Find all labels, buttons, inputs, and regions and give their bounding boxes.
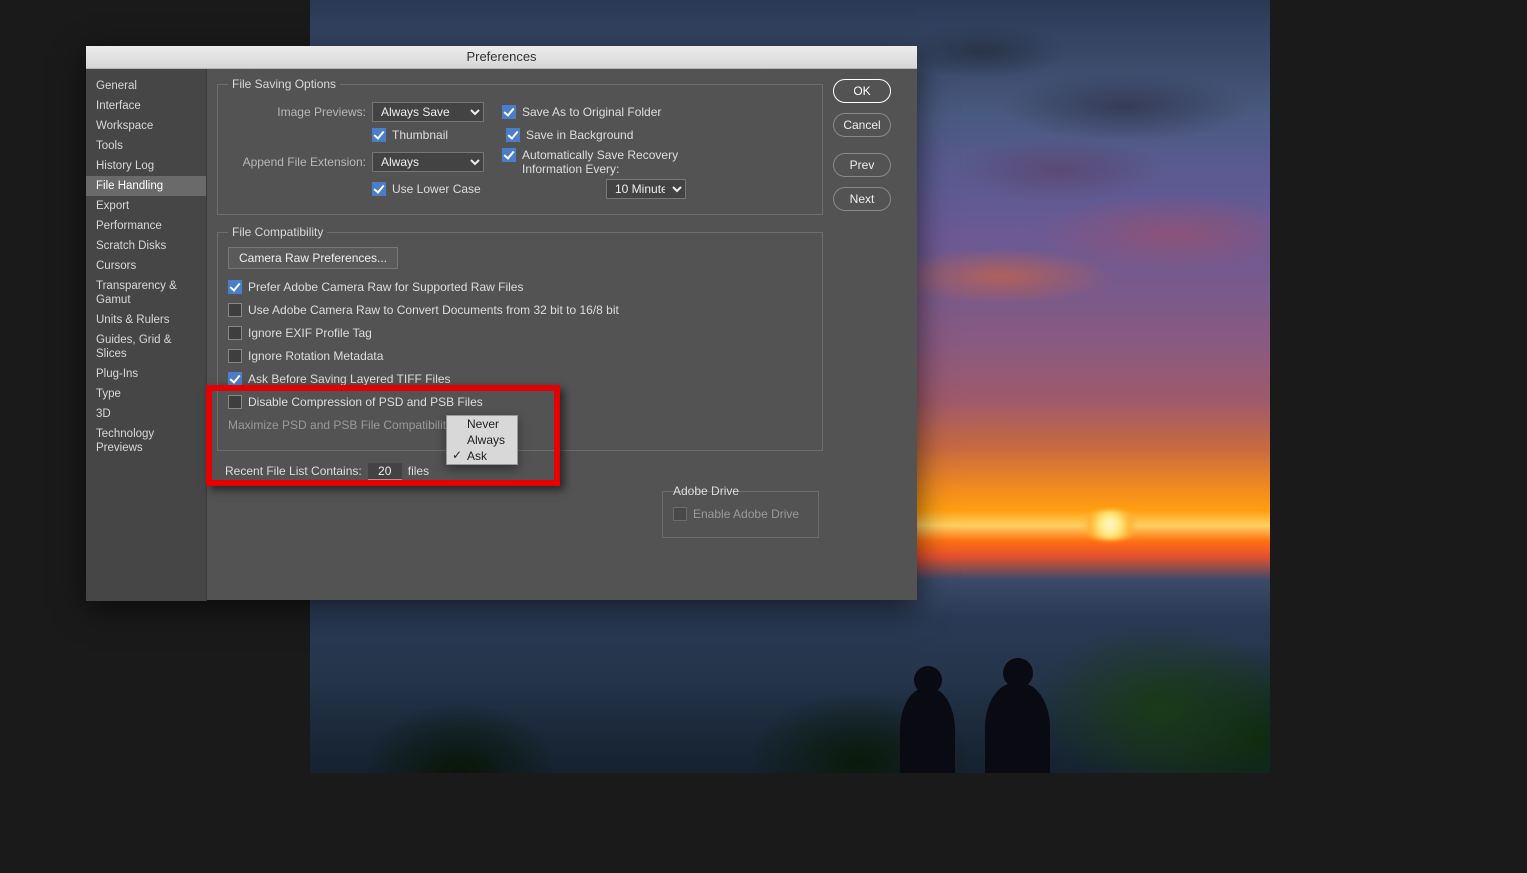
adobe-drive-group: Adobe Drive Enable Adobe Drive [662, 491, 819, 538]
dialog-title: Preferences [86, 46, 917, 69]
sidebar-item-export[interactable]: Export [86, 196, 206, 216]
recovery-interval-select[interactable]: 10 Minutes [606, 179, 686, 199]
auto-save-recovery-label: Automatically Save Recovery Information … [522, 148, 692, 176]
thumbnail-checkbox[interactable] [372, 128, 386, 142]
sidebar-item-general[interactable]: General [86, 76, 206, 96]
file-compatibility-legend: File Compatibility [228, 225, 327, 239]
auto-save-recovery-checkbox[interactable] [502, 148, 516, 162]
preferences-dialog: Preferences General Interface Workspace … [86, 46, 917, 600]
maximize-option-never[interactable]: Never [447, 416, 517, 432]
sidebar-item-performance[interactable]: Performance [86, 216, 206, 236]
sidebar-item-cursors[interactable]: Cursors [86, 256, 206, 276]
file-saving-options-group: File Saving Options Image Previews: Alwa… [217, 77, 823, 215]
ignore-exif-checkbox[interactable] [228, 326, 242, 340]
preferences-sidebar: General Interface Workspace Tools Histor… [86, 69, 207, 601]
sidebar-item-transparency-gamut[interactable]: Transparency & Gamut [86, 276, 206, 310]
use-acr-convert-checkbox[interactable] [228, 303, 242, 317]
camera-raw-preferences-button[interactable]: Camera Raw Preferences... [228, 247, 398, 269]
sidebar-item-units-rulers[interactable]: Units & Rulers [86, 310, 206, 330]
use-lower-case-checkbox[interactable] [372, 182, 386, 196]
recent-file-list-label: Recent File List Contains: [225, 464, 362, 478]
ignore-rotation-checkbox[interactable] [228, 349, 242, 363]
maximize-compat-dropdown[interactable]: Never Always Ask [446, 415, 518, 465]
image-previews-select[interactable]: Always Save [372, 102, 484, 122]
disable-compression-checkbox[interactable] [228, 395, 242, 409]
ignore-rotation-label: Ignore Rotation Metadata [248, 349, 383, 363]
ask-before-tiff-label: Ask Before Saving Layered TIFF Files [248, 372, 451, 386]
ignore-exif-label: Ignore EXIF Profile Tag [248, 326, 372, 340]
save-in-background-checkbox[interactable] [506, 128, 520, 142]
preferences-main-panel: File Saving Options Image Previews: Alwa… [207, 69, 833, 601]
file-compatibility-group: File Compatibility Camera Raw Preference… [217, 225, 823, 451]
use-acr-convert-label: Use Adobe Camera Raw to Convert Document… [248, 303, 619, 317]
ask-before-tiff-checkbox[interactable] [228, 372, 242, 386]
file-saving-legend: File Saving Options [228, 77, 340, 91]
ok-button[interactable]: OK [833, 79, 891, 103]
prefer-acr-label: Prefer Adobe Camera Raw for Supported Ra… [248, 280, 523, 294]
maximize-option-ask[interactable]: Ask [447, 448, 517, 464]
sidebar-item-workspace[interactable]: Workspace [86, 116, 206, 136]
recent-file-count-input[interactable] [368, 463, 402, 480]
sidebar-item-interface[interactable]: Interface [86, 96, 206, 116]
sidebar-item-file-handling[interactable]: File Handling [86, 176, 206, 196]
save-as-original-folder-checkbox[interactable] [502, 105, 516, 119]
prefer-acr-checkbox[interactable] [228, 280, 242, 294]
maximize-compat-label: Maximize PSD and PSB File Compatibility: [228, 418, 455, 432]
thumbnail-label: Thumbnail [392, 128, 448, 142]
recent-file-suffix: files [408, 464, 429, 478]
sidebar-item-plugins[interactable]: Plug-Ins [86, 364, 206, 384]
prev-button[interactable]: Prev [833, 153, 891, 177]
dialog-buttons-column: OK Cancel Prev Next [833, 69, 917, 601]
append-file-extension-label: Append File Extension: [228, 155, 372, 169]
use-lower-case-label: Use Lower Case [392, 182, 481, 196]
sidebar-item-technology-previews[interactable]: Technology Previews [86, 424, 206, 458]
save-in-background-label: Save in Background [526, 128, 633, 142]
append-file-extension-select[interactable]: Always [372, 152, 484, 172]
cancel-button[interactable]: Cancel [833, 113, 891, 137]
sidebar-item-3d[interactable]: 3D [86, 404, 206, 424]
sidebar-item-guides-grid-slices[interactable]: Guides, Grid & Slices [86, 330, 206, 364]
image-previews-label: Image Previews: [228, 105, 372, 119]
maximize-option-always[interactable]: Always [447, 432, 517, 448]
next-button[interactable]: Next [833, 187, 891, 211]
adobe-drive-legend: Adobe Drive [673, 484, 739, 498]
sidebar-item-type[interactable]: Type [86, 384, 206, 404]
enable-adobe-drive-checkbox [673, 507, 687, 521]
sidebar-item-scratch-disks[interactable]: Scratch Disks [86, 236, 206, 256]
sidebar-item-history-log[interactable]: History Log [86, 156, 206, 176]
disable-compression-label: Disable Compression of PSD and PSB Files [248, 395, 483, 409]
save-as-original-folder-label: Save As to Original Folder [522, 105, 661, 119]
enable-adobe-drive-label: Enable Adobe Drive [693, 507, 799, 521]
sidebar-item-tools[interactable]: Tools [86, 136, 206, 156]
